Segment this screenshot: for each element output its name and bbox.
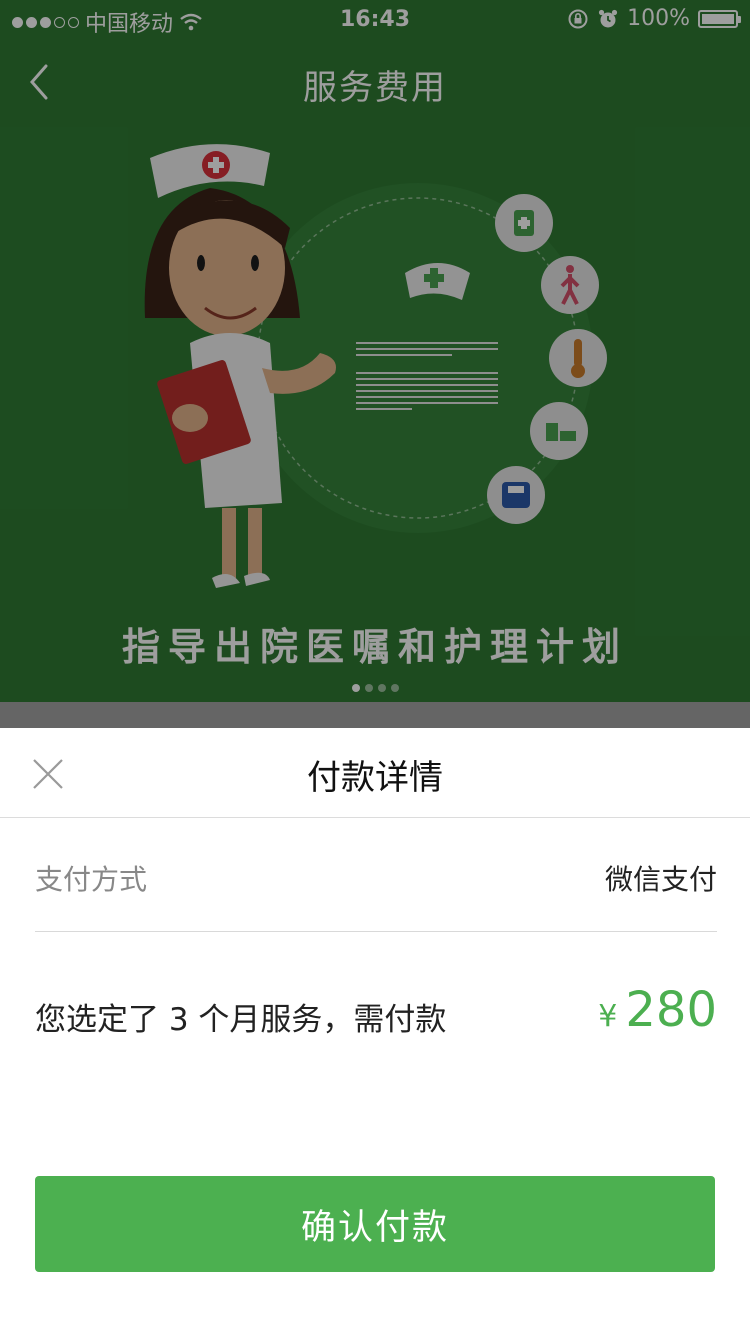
screen: 中国移动 16:43 100% 服务费用 指导出院医嘱和护理计划 付款详情 支付… [0,0,750,1334]
amount-price: ¥ 280 [598,982,717,1038]
payment-method-label: 支付方式 [35,863,148,896]
sheet-header: 付款详情 [0,728,750,818]
amount-row: 您选定了 3 个月服务，需付款 ¥ 280 [35,932,717,1096]
payment-method-value: 微信支付 [604,863,717,896]
dim-overlay-strip [0,702,750,728]
price-value: 280 [625,982,717,1038]
sheet-title: 付款详情 [307,758,443,798]
amount-description: 您选定了 3 个月服务，需付款 [35,1002,447,1038]
dim-overlay[interactable] [0,0,750,728]
payment-method-row[interactable]: 支付方式 微信支付 [35,818,717,932]
currency-symbol: ¥ [598,999,618,1034]
payment-sheet: 付款详情 支付方式 微信支付 您选定了 3 个月服务，需付款 ¥ 280 确认付… [0,728,750,1334]
confirm-payment-button[interactable]: 确认付款 [35,1176,715,1272]
